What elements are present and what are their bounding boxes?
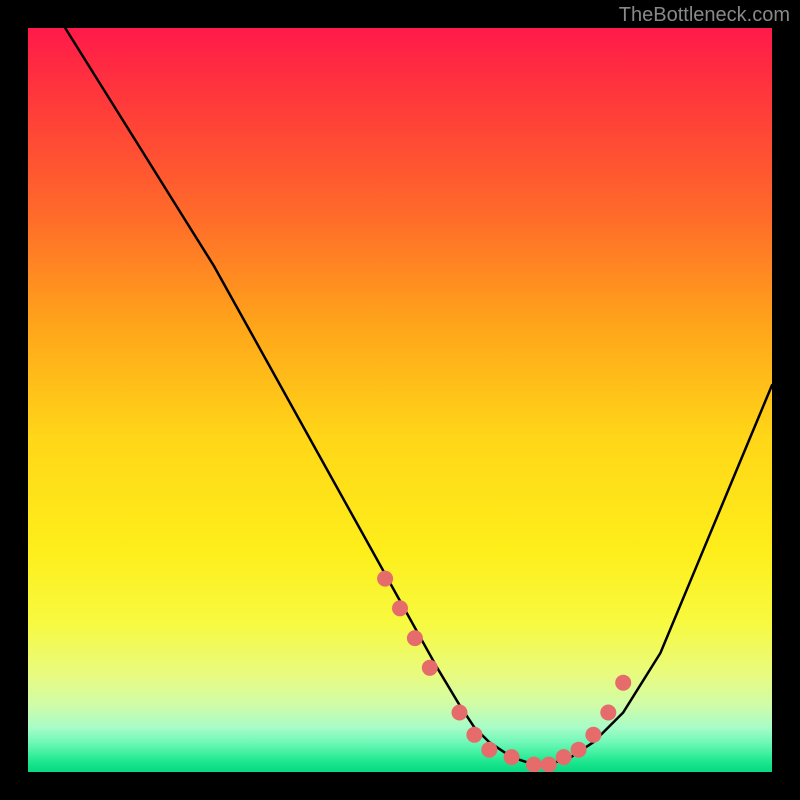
curve-marker — [556, 749, 572, 765]
curve-marker — [585, 727, 601, 743]
curve-marker — [615, 675, 631, 691]
curve-marker — [600, 705, 616, 721]
bottleneck-curve-path — [65, 28, 772, 765]
curve-marker — [571, 742, 587, 758]
plot-area — [28, 28, 772, 772]
curve-marker — [422, 660, 438, 676]
curve-marker — [377, 571, 393, 587]
curve-layer — [28, 28, 772, 772]
curve-marker — [452, 705, 468, 721]
chart-container: TheBottleneck.com — [0, 0, 800, 800]
curve-marker — [466, 727, 482, 743]
attribution-text: TheBottleneck.com — [619, 4, 790, 27]
curve-marker — [526, 757, 542, 772]
curve-marker — [481, 742, 497, 758]
curve-marker — [407, 630, 423, 646]
curve-marker — [392, 600, 408, 616]
curve-marker — [504, 749, 520, 765]
bottleneck-curve — [65, 28, 772, 765]
curve-marker — [541, 757, 557, 772]
curve-markers — [377, 571, 631, 772]
